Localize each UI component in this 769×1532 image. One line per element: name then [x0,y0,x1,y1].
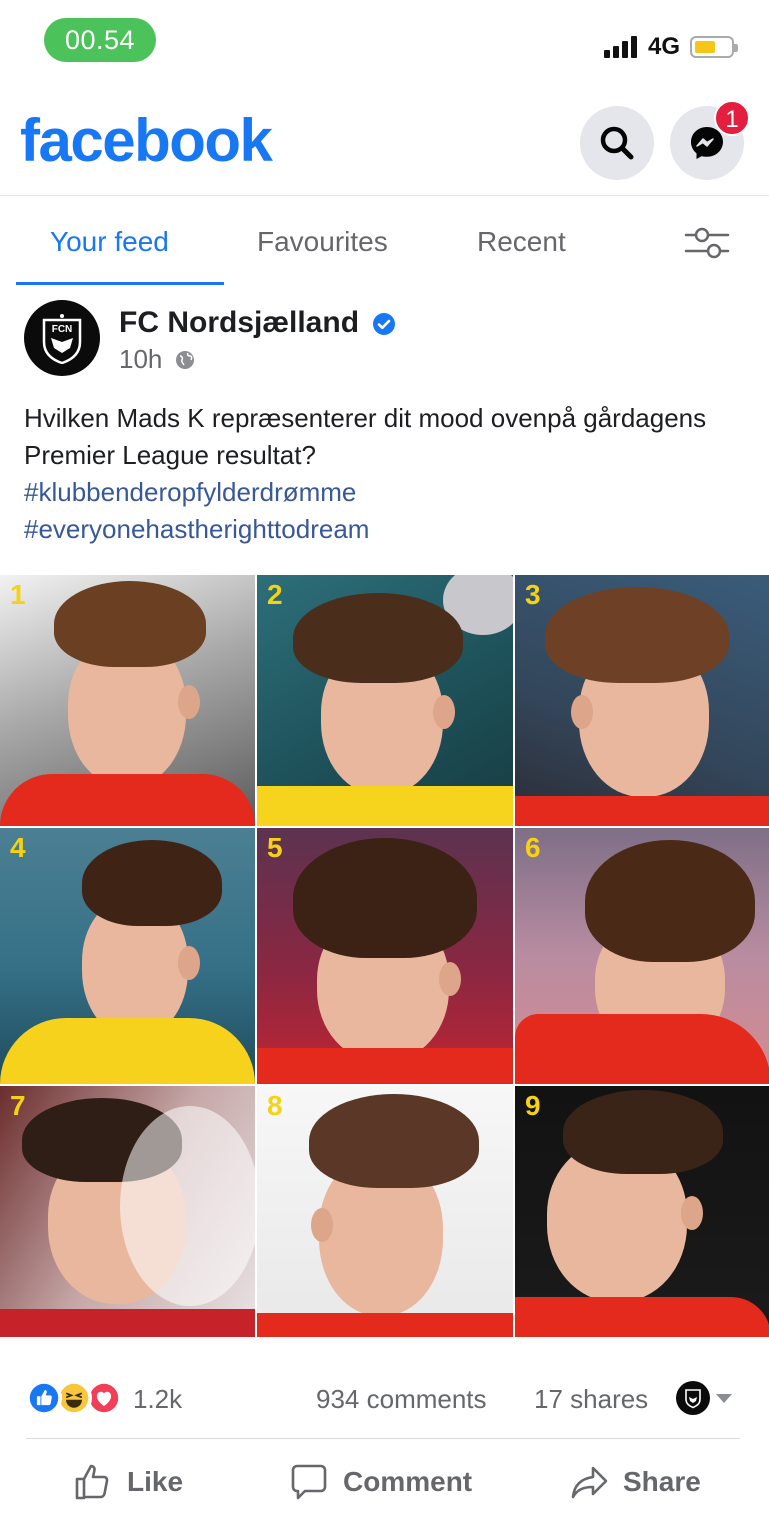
photo-number: 9 [525,1090,541,1121]
filter-sliders-icon[interactable] [682,226,732,260]
share-label: Share [623,1466,701,1497]
post-action-bar: Like Comment Share [0,1450,769,1520]
photo-tile[interactable]: 8 [257,1086,513,1337]
comment-bubble-icon [291,1464,327,1500]
photo-number: 3 [525,579,541,610]
status-time: 00.54 [44,18,156,62]
photo-tile[interactable]: 2 [257,575,513,826]
post-timestamp[interactable]: 10h [119,344,162,375]
photo-tile[interactable]: 5 [257,828,513,1084]
svg-text:FCN: FCN [52,324,73,335]
app-header: facebook [0,96,769,196]
photo-tile[interactable]: 6 [515,828,769,1084]
search-icon [600,126,634,160]
post-body: Hvilken Mads K repræsenterer dit mood ov… [24,400,744,548]
messenger-notification-badge: 1 [714,100,750,136]
status-bar: 00.54 4G [0,0,769,80]
photo-tile[interactable]: 7 [0,1086,255,1337]
tab-recent[interactable]: Recent [477,226,566,258]
photo-number: 7 [10,1090,26,1121]
fcn-crest-icon [685,1389,701,1409]
tab-your-feed[interactable]: Your feed [50,226,169,258]
comment-button[interactable]: Comment [290,1458,490,1508]
tab-favourites[interactable]: Favourites [257,226,388,258]
divider [26,1438,740,1439]
photo-number: 2 [267,579,283,610]
chevron-down-icon[interactable] [716,1394,732,1403]
photo-tile[interactable]: 4 [0,828,255,1084]
photo-number: 8 [267,1090,283,1121]
like-label: Like [127,1466,184,1497]
search-button[interactable] [580,106,654,180]
photo-tile[interactable]: 9 [515,1086,769,1337]
network-type: 4G [648,33,681,60]
photo-number: 5 [267,832,283,863]
engagement-bar: 1.2k 934 comments 17 shares [0,1378,769,1422]
reacting-as-avatar[interactable] [676,1381,710,1415]
hashtag-link[interactable]: #klubbenderopfylderdrømme [24,474,744,511]
photo-number: 1 [10,579,26,610]
comment-label: Comment [343,1466,473,1497]
reaction-icons[interactable] [26,1380,126,1416]
page-name[interactable]: FC Nordsjælland [119,306,359,340]
feed-tabs: Your feed Favourites Recent [0,198,769,286]
photo-grid[interactable]: 1 2 3 4 5 6 7 8 9 [0,575,769,1337]
verified-badge-icon [373,313,395,335]
photo-tile[interactable]: 3 [515,575,769,826]
hashtag-link[interactable]: #everyonehastherighttodream [24,511,744,548]
share-button[interactable]: Share [570,1458,710,1508]
photo-tile[interactable]: 1 [0,575,255,826]
photo-number: 4 [10,832,26,863]
post-header: FCN FC Nordsjælland 10h [0,298,769,388]
photo-number: 6 [525,832,541,863]
cellular-signal-icon [604,36,640,58]
globe-icon [176,351,194,369]
fcn-crest-icon: FCN [42,314,82,364]
reaction-count[interactable]: 1.2k [133,1384,182,1415]
like-button[interactable]: Like [74,1458,194,1508]
page-avatar[interactable]: FCN [24,300,100,376]
share-count[interactable]: 17 shares [534,1384,648,1415]
facebook-logo[interactable]: facebook [20,106,273,175]
thumbs-up-icon [75,1464,109,1500]
post-message: Hvilken Mads K repræsenterer dit mood ov… [24,403,707,470]
share-arrow-icon [571,1466,608,1499]
comment-count[interactable]: 934 comments [316,1384,487,1415]
active-tab-indicator [16,282,224,285]
battery-icon [690,36,738,58]
like-reaction-icon [26,1380,62,1416]
